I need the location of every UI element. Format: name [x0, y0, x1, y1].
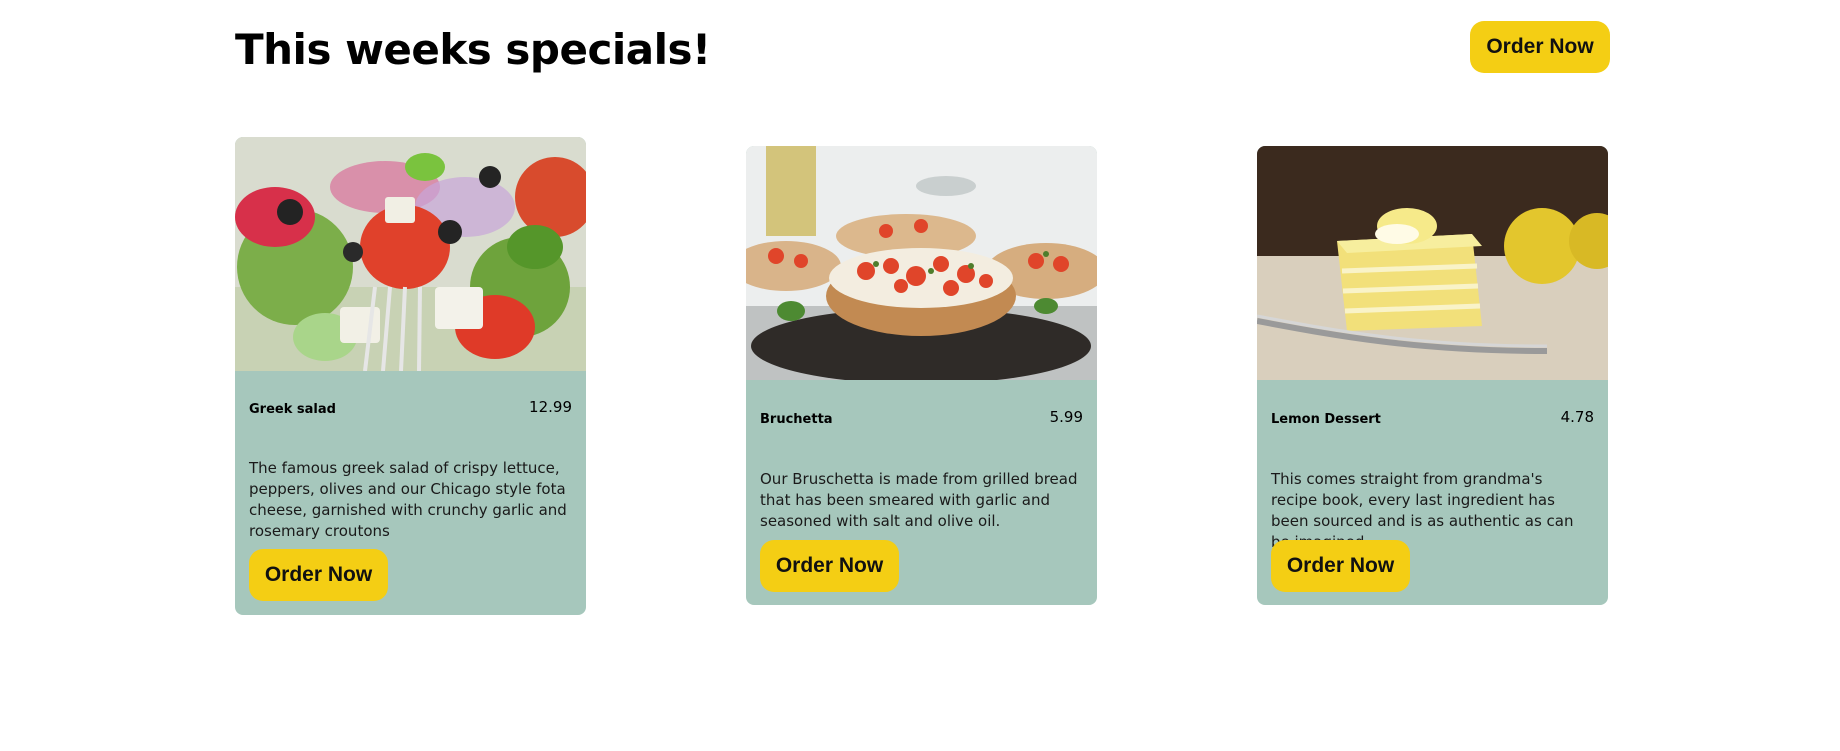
order-now-button[interactable]: Order Now — [1470, 21, 1610, 73]
dish-description: The famous greek salad of crispy lettuce… — [249, 459, 567, 540]
dish-name: Bruchetta — [760, 412, 833, 427]
special-card-bruchetta: Bruchetta 5.99 Our Bruschetta is made fr… — [746, 146, 1097, 605]
bruschetta-photo — [746, 146, 1097, 380]
dish-name: Greek salad — [249, 402, 336, 417]
dish-price: 5.99 — [1049, 408, 1083, 426]
page-title: This weeks specials! — [235, 25, 711, 74]
order-now-button[interactable]: Order Now — [760, 540, 899, 592]
greek-salad-photo — [235, 137, 586, 371]
bruschetta-image — [746, 146, 1097, 380]
lemon-dessert-image — [1257, 146, 1608, 380]
lemon-dessert-photo — [1257, 146, 1608, 380]
special-card-greek-salad: Greek salad 12.99 The famous greek salad… — [235, 137, 586, 615]
dish-price: 4.78 — [1560, 408, 1594, 426]
special-card-lemon-dessert: Lemon Dessert 4.78 This comes straight f… — [1257, 146, 1608, 605]
dish-description: Our Bruschetta is made from grilled brea… — [760, 470, 1078, 530]
specials-section: This weeks specials! Order Now Greek sal… — [0, 0, 1840, 751]
dish-price: 12.99 — [529, 398, 572, 416]
greek-salad-image — [235, 137, 586, 371]
dish-name: Lemon Dessert — [1271, 412, 1381, 427]
order-now-button[interactable]: Order Now — [1271, 540, 1410, 592]
order-now-button[interactable]: Order Now — [249, 549, 388, 601]
